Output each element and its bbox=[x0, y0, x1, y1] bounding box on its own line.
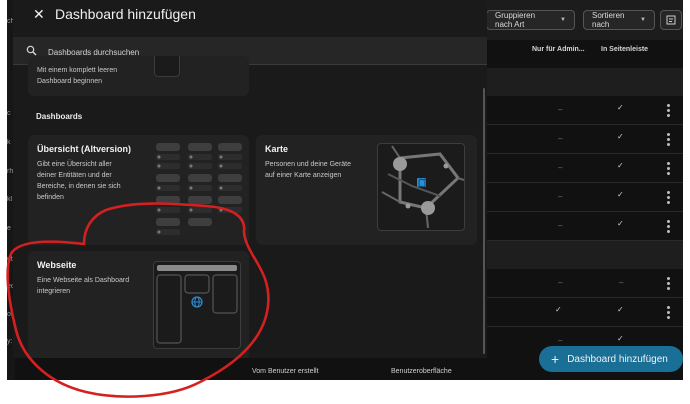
filter-icon bbox=[666, 15, 676, 25]
empty-dashboard-desc: Mit einem komplett leeren Dashboard begi… bbox=[37, 67, 118, 85]
webpage-card[interactable]: Webseite Eine Webseite als Dashboard int… bbox=[28, 251, 249, 358]
empty-dashboard-preview bbox=[154, 56, 180, 77]
card-desc: Eine Webseite als Dashboard integrieren bbox=[37, 277, 130, 295]
check-icon: ✓ bbox=[617, 305, 624, 314]
admin-only-value: – bbox=[558, 278, 563, 287]
empty-dashboard-card[interactable]: Mit einem komplett leeren Dashboard begi… bbox=[28, 56, 249, 96]
in-sidebar-value: – bbox=[619, 278, 624, 287]
chevron-down-icon: ▼ bbox=[640, 17, 646, 23]
dialog-header: ✕ Dashboard hinzufügen bbox=[13, 0, 487, 32]
admin-only-value: – bbox=[558, 221, 563, 230]
check-icon: ✓ bbox=[617, 132, 624, 141]
check-icon: ✓ bbox=[617, 334, 624, 343]
more-vert-icon[interactable] bbox=[667, 275, 670, 292]
table-row[interactable]: ✓ ✓ bbox=[479, 298, 683, 327]
table-row[interactable]: – ✓ bbox=[479, 125, 683, 154]
legacy-preview-icon bbox=[156, 143, 242, 235]
close-icon[interactable]: ✕ bbox=[33, 6, 45, 23]
webpage-preview bbox=[153, 261, 241, 349]
map-card[interactable]: Karte Personen und deine Geräte auf eine… bbox=[256, 135, 477, 245]
more-vert-icon[interactable] bbox=[667, 102, 670, 119]
more-vert-icon[interactable] bbox=[667, 218, 670, 235]
search-icon bbox=[26, 45, 37, 56]
card-title: Karte bbox=[265, 144, 289, 154]
add-dashboard-dialog: ✕ Dashboard hinzufügen Mit einem komplet… bbox=[13, 0, 487, 358]
card-desc: Personen und deine Geräte auf einer Kart… bbox=[265, 161, 352, 179]
group-header-band bbox=[479, 241, 683, 269]
group-by-label: Gruppieren nach Art bbox=[495, 11, 536, 29]
check-icon: ✓ bbox=[555, 305, 562, 314]
check-icon: ✓ bbox=[617, 190, 624, 199]
created-by-label: Vom Benutzer erstellt bbox=[252, 368, 319, 375]
table-row[interactable]: – ✓ bbox=[479, 212, 683, 241]
globe-icon bbox=[191, 296, 203, 308]
admin-only-value: – bbox=[558, 163, 563, 172]
group-by-button[interactable]: Gruppieren nach Art ▼ bbox=[486, 10, 575, 30]
column-header-in-sidebar[interactable]: In Seitenleiste bbox=[601, 46, 648, 53]
admin-only-value: – bbox=[558, 134, 563, 143]
more-vert-icon[interactable] bbox=[667, 160, 670, 177]
card-desc: Gibt eine Übersicht aller deiner Entität… bbox=[37, 161, 121, 201]
map-preview bbox=[377, 143, 465, 231]
check-icon: ✓ bbox=[617, 103, 624, 112]
plus-icon: + bbox=[551, 351, 560, 367]
table-row[interactable]: – ✓ bbox=[479, 154, 683, 183]
dashboards-page: ch c k rh kl e ut ec ol y: Gruppieren na… bbox=[7, 0, 683, 380]
more-vert-icon[interactable] bbox=[667, 304, 670, 321]
check-icon: ✓ bbox=[617, 161, 624, 170]
table-row[interactable]: – ✓ bbox=[479, 96, 683, 125]
sort-label: Sortieren nach bbox=[592, 11, 625, 29]
map-icon bbox=[381, 145, 465, 229]
card-title: Übersicht (Altversion) bbox=[37, 144, 132, 154]
chevron-down-icon: ▼ bbox=[560, 17, 566, 23]
more-vert-icon[interactable] bbox=[667, 189, 670, 206]
admin-only-value: – bbox=[558, 192, 563, 201]
admin-only-value: – bbox=[558, 336, 563, 345]
add-dashboard-fab[interactable]: + Dashboard hinzufügen bbox=[539, 346, 683, 372]
dialog-scrollbar[interactable] bbox=[483, 88, 485, 354]
table-row[interactable]: – – bbox=[479, 269, 683, 298]
check-icon: ✓ bbox=[617, 219, 624, 228]
table-row[interactable]: – ✓ bbox=[479, 183, 683, 212]
legacy-overview-card[interactable]: Übersicht (Altversion) Gibt eine Übersic… bbox=[28, 135, 249, 245]
ui-label: Benutzeroberfläche bbox=[391, 368, 452, 375]
add-dashboard-fab-label: Dashboard hinzufügen bbox=[567, 353, 668, 365]
group-header-band bbox=[479, 68, 683, 96]
more-vert-icon[interactable] bbox=[667, 131, 670, 148]
admin-only-value: – bbox=[558, 105, 563, 114]
sort-button[interactable]: Sortieren nach ▼ bbox=[583, 10, 655, 30]
card-title: Webseite bbox=[37, 260, 77, 270]
section-heading: Dashboards bbox=[36, 112, 83, 121]
dialog-title: Dashboard hinzufügen bbox=[55, 6, 196, 22]
filter-button[interactable] bbox=[660, 10, 682, 30]
column-header-admin-only[interactable]: Nur für Admin... bbox=[532, 46, 585, 53]
